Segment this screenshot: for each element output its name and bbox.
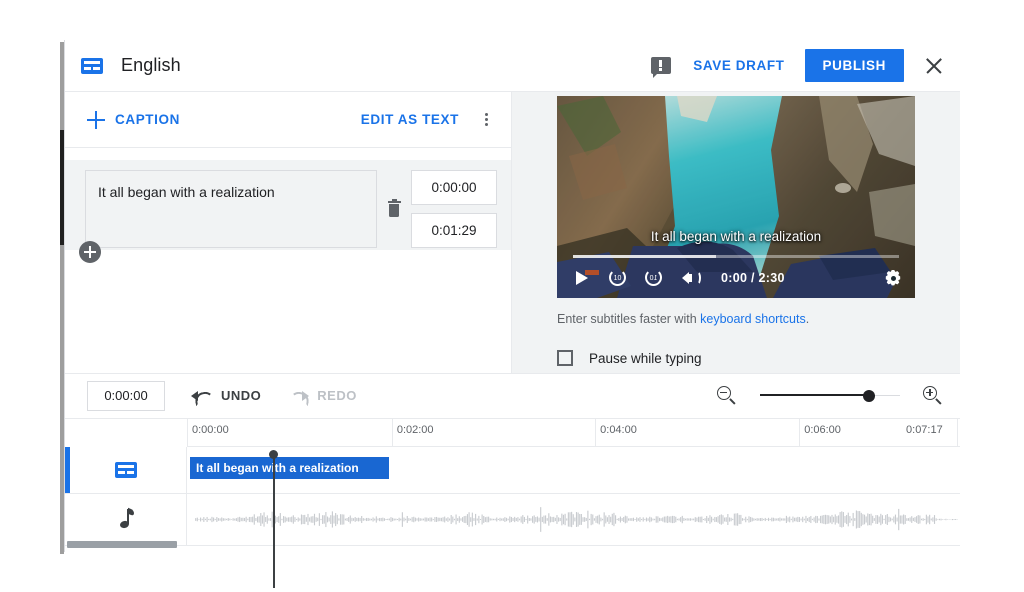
timeline-playhead[interactable] xyxy=(269,450,279,588)
timeline: 0:00:00 0:02:00 0:04:00 0:06:00 0:07:17 … xyxy=(65,418,962,552)
feedback-icon[interactable] xyxy=(651,57,672,78)
keyboard-shortcuts-link[interactable]: keyboard shortcuts xyxy=(700,312,806,326)
caption-end-time-input[interactable] xyxy=(411,213,497,248)
replay-10-icon: 10 xyxy=(609,269,626,286)
timeline-track-audio-header[interactable] xyxy=(65,493,187,545)
audio-waveform xyxy=(195,506,958,532)
page-title: English xyxy=(121,55,181,75)
video-preview-pane: It all began with a realization 10 10 0:… xyxy=(512,92,960,373)
ruler-tick-end xyxy=(956,418,962,447)
ruler-tick: 0:00:00 xyxy=(187,418,229,447)
screenshot-root: English SAVE DRAFT PUBLISH CAPTION EDIT … xyxy=(0,0,1024,592)
subtitle-editor-dialog: English SAVE DRAFT PUBLISH CAPTION EDIT … xyxy=(64,40,962,588)
close-icon[interactable] xyxy=(922,54,946,78)
add-caption-label: CAPTION xyxy=(115,112,180,127)
pause-while-typing-label: Pause while typing xyxy=(589,350,702,366)
timeline-track-captions-header[interactable] xyxy=(65,446,187,493)
timeline-hscrollbar-track[interactable] xyxy=(65,541,960,550)
timeline-track-captions-body[interactable]: It all began with a realization xyxy=(187,447,960,493)
more-vert-icon[interactable] xyxy=(475,109,497,131)
volume-button[interactable] xyxy=(677,265,705,291)
pause-while-typing-row[interactable]: Pause while typing xyxy=(557,350,915,366)
timeline-caption-block[interactable]: It all began with a realization xyxy=(190,456,389,479)
timeline-track-audio xyxy=(65,493,960,546)
timeline-track-audio-body[interactable] xyxy=(187,494,960,545)
play-icon xyxy=(576,271,588,285)
forward-10-button[interactable]: 10 xyxy=(641,265,669,291)
play-button[interactable] xyxy=(569,265,597,291)
timeline-zoom-controls xyxy=(716,385,944,407)
caption-text-input[interactable] xyxy=(85,170,377,248)
caption-toolbar: CAPTION EDIT AS TEXT xyxy=(65,92,511,148)
undo-label: UNDO xyxy=(221,388,262,403)
timeline-toolbar: UNDO REDO xyxy=(65,372,960,419)
ruler-tick: 0:04:00 xyxy=(595,418,637,447)
ruler-tick: 0:07:17 xyxy=(906,423,943,436)
feedback-icon-tail xyxy=(653,73,659,78)
forward-10-icon: 10 xyxy=(645,269,662,286)
closed-caption-icon xyxy=(114,461,137,478)
hint-suffix: . xyxy=(805,312,810,326)
video-progress-buffered xyxy=(573,255,717,258)
zoom-slider[interactable] xyxy=(760,386,900,406)
video-time-display: 0:00 / 2:30 xyxy=(721,271,785,285)
timeline-ruler[interactable]: 0:00:00 0:02:00 0:04:00 0:06:00 0:07:17 xyxy=(187,418,962,447)
keyboard-shortcuts-hint: Enter subtitles faster with keyboard sho… xyxy=(557,312,915,326)
dialog-body: CAPTION EDIT AS TEXT It all began with a… xyxy=(65,92,960,373)
settings-gear-icon[interactable] xyxy=(883,268,903,288)
caption-time-fields xyxy=(411,170,497,248)
music-note-icon xyxy=(118,507,134,529)
add-caption-button[interactable]: CAPTION xyxy=(87,110,180,129)
caption-start-time-input[interactable] xyxy=(411,170,497,205)
redo-button[interactable]: REDO xyxy=(287,388,357,404)
video-subtitle-overlay: It all began with a realization xyxy=(650,229,822,244)
add-caption-fab[interactable] xyxy=(79,241,101,263)
zoom-slider-fill xyxy=(760,393,870,397)
video-player[interactable]: It all began with a realization 10 10 0:… xyxy=(557,96,915,298)
undo-button[interactable]: UNDO xyxy=(191,388,261,404)
publish-button[interactable]: PUBLISH xyxy=(804,49,904,82)
redo-label: REDO xyxy=(317,388,357,403)
caption-list xyxy=(65,148,511,373)
edit-as-text-button[interactable]: EDIT AS TEXT xyxy=(361,112,459,127)
zoom-out-icon[interactable] xyxy=(716,385,738,407)
timeline-track-captions: It all began with a realization xyxy=(65,446,960,494)
zoom-slider-thumb[interactable] xyxy=(863,389,876,402)
trash-icon xyxy=(387,198,401,218)
video-progress-bar[interactable] xyxy=(573,255,899,258)
timeline-hscrollbar-thumb[interactable] xyxy=(67,541,177,548)
caption-row xyxy=(65,160,511,263)
rewind-10-button[interactable]: 10 xyxy=(605,265,633,291)
dialog-header: English SAVE DRAFT PUBLISH xyxy=(65,40,960,92)
caption-editor-pane: CAPTION EDIT AS TEXT xyxy=(65,92,512,373)
closed-caption-icon xyxy=(81,57,103,74)
ruler-tick: 0:06:00 xyxy=(799,418,841,447)
plus-icon xyxy=(87,110,105,129)
pause-while-typing-checkbox[interactable] xyxy=(557,350,573,366)
undo-icon xyxy=(191,388,213,404)
video-control-bar: 10 10 0:00 / 2:30 xyxy=(557,262,915,294)
current-timecode-input[interactable] xyxy=(87,380,165,411)
zoom-in-icon[interactable] xyxy=(922,385,944,407)
delete-caption-button[interactable] xyxy=(377,170,411,248)
hint-prefix: Enter subtitles faster with xyxy=(557,312,701,326)
ruler-tick: 0:02:00 xyxy=(391,418,434,447)
redo-icon xyxy=(287,388,310,404)
save-draft-button[interactable]: SAVE DRAFT xyxy=(693,58,784,73)
